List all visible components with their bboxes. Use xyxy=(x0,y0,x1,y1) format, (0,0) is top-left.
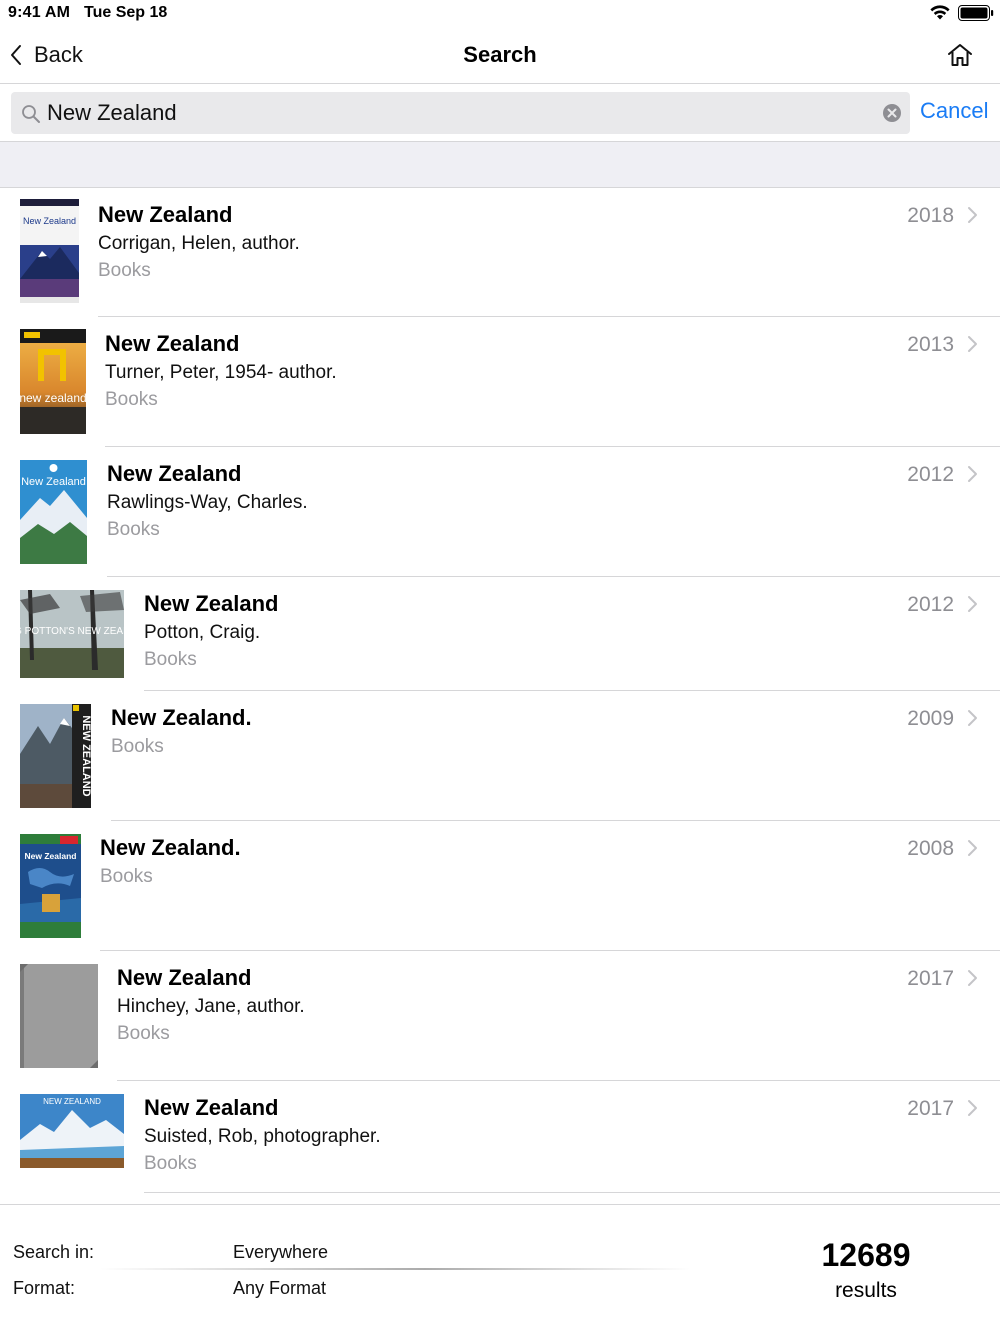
cover-text: New Zealand xyxy=(25,851,77,861)
search-input[interactable] xyxy=(47,92,867,134)
result-author: Suisted, Rob, photographer. xyxy=(144,1126,381,1147)
chevron-left-icon xyxy=(11,45,21,65)
chevron-right-icon xyxy=(968,207,977,223)
result-title: New Zealand xyxy=(117,965,252,990)
result-row[interactable]: New Zealand New Zealand Rawlings-Way, Ch… xyxy=(0,447,1000,577)
result-title: New Zealand xyxy=(144,591,279,616)
result-count-label: results xyxy=(835,1279,897,1302)
result-author: Rawlings-Way, Charles. xyxy=(107,492,308,513)
result-title: New Zealand xyxy=(105,331,240,356)
row-separator xyxy=(144,1192,1000,1193)
result-row[interactable]: New Zealand New Zealand Corrigan, Helen,… xyxy=(0,188,1000,317)
back-label: Back xyxy=(34,42,83,67)
result-format: Books xyxy=(100,866,153,887)
result-format: Books xyxy=(111,736,164,757)
book-cover: New Zealand xyxy=(20,199,79,303)
filter-divider xyxy=(100,1268,690,1270)
result-row[interactable]: NEW ZEALAND New Zealand Suisted, Rob, ph… xyxy=(0,1081,1000,1193)
result-format: Books xyxy=(107,519,160,540)
home-icon[interactable] xyxy=(946,42,974,68)
result-row[interactable]: NEW ZEALAND New Zealand. Books 2009 xyxy=(0,691,1000,821)
result-count: 12689 xyxy=(821,1237,911,1273)
result-format: Books xyxy=(105,389,158,410)
chevron-right-icon xyxy=(968,840,977,856)
result-title: New Zealand. xyxy=(111,705,252,730)
status-date: Tue Sep 18 xyxy=(84,4,168,21)
format-label: Format: xyxy=(13,1278,76,1298)
result-row[interactable]: new zealand New Zealand Turner, Peter, 1… xyxy=(0,317,1000,447)
book-cover: NEW ZEALAND xyxy=(20,704,91,808)
book-cover xyxy=(20,964,98,1068)
search-in-value[interactable]: Everywhere xyxy=(233,1242,328,1263)
result-format: Books xyxy=(98,260,151,281)
result-format: Books xyxy=(144,649,197,670)
result-year: 2018 xyxy=(907,204,954,227)
chevron-right-icon xyxy=(968,970,977,986)
result-title: New Zealand xyxy=(107,461,242,486)
book-cover: CRAIG POTTON'S NEW ZEALAND xyxy=(20,590,124,678)
chevron-right-icon xyxy=(968,596,977,612)
cover-text: CRAIG POTTON'S NEW ZEALAND xyxy=(20,626,124,637)
back-button[interactable]: Back xyxy=(8,40,83,70)
chevron-right-icon xyxy=(968,466,977,482)
result-row[interactable]: New Zealand New Zealand. Books 2008 xyxy=(0,821,1000,951)
cover-text: New Zealand xyxy=(21,476,86,488)
status-time: 9:41 AM xyxy=(8,4,71,21)
clear-icon[interactable] xyxy=(882,103,902,123)
search-bar: Cancel xyxy=(0,84,1000,142)
result-author: Potton, Craig. xyxy=(144,622,261,643)
cover-text: NEW ZEALAND xyxy=(80,715,91,796)
search-in-label: Search in: xyxy=(13,1242,95,1262)
status-bar: 9:41 AM Tue Sep 18 xyxy=(0,0,1000,28)
chevron-right-icon xyxy=(968,336,977,352)
search-field[interactable] xyxy=(11,92,910,134)
result-year: 2008 xyxy=(907,837,954,860)
book-cover: new zealand xyxy=(20,329,86,434)
chevron-right-icon xyxy=(968,1100,977,1116)
result-year: 2012 xyxy=(907,463,954,486)
result-year: 2017 xyxy=(907,967,954,990)
result-row[interactable]: CRAIG POTTON'S NEW ZEALAND New Zealand P… xyxy=(0,577,1000,691)
chevron-right-icon xyxy=(968,710,977,726)
book-cover: New Zealand xyxy=(20,834,81,938)
result-author: Corrigan, Helen, author. xyxy=(98,233,300,254)
battery-icon xyxy=(958,5,994,21)
search-footer: Search in: Everywhere Format: Any Format… xyxy=(0,1204,1000,1334)
result-year: 2017 xyxy=(907,1097,954,1120)
wifi-icon xyxy=(930,5,950,20)
format-value[interactable]: Any Format xyxy=(233,1278,326,1299)
search-icon xyxy=(22,105,40,123)
page-title: Search xyxy=(463,42,537,67)
cover-text: New Zealand xyxy=(23,216,76,226)
cover-text: new zealand xyxy=(20,391,86,405)
result-year: 2012 xyxy=(907,593,954,616)
cancel-button[interactable]: Cancel xyxy=(920,98,988,124)
result-format: Books xyxy=(144,1153,197,1174)
cover-text: NEW ZEALAND xyxy=(43,1097,101,1106)
result-year: 2013 xyxy=(907,333,954,356)
result-row[interactable]: New Zealand Hinchey, Jane, author. Books… xyxy=(0,951,1000,1081)
result-title: New Zealand. xyxy=(100,835,241,860)
result-title: New Zealand xyxy=(144,1095,279,1120)
navigation-bar: Search Back xyxy=(0,28,1000,84)
result-year: 2009 xyxy=(907,707,954,730)
result-format: Books xyxy=(117,1023,170,1044)
result-author: Turner, Peter, 1954- author. xyxy=(105,362,337,383)
book-cover: New Zealand xyxy=(20,460,87,564)
result-author: Hinchey, Jane, author. xyxy=(117,996,305,1017)
book-cover: NEW ZEALAND xyxy=(20,1094,124,1168)
section-header-band xyxy=(0,142,1000,188)
result-title: New Zealand xyxy=(98,202,233,227)
